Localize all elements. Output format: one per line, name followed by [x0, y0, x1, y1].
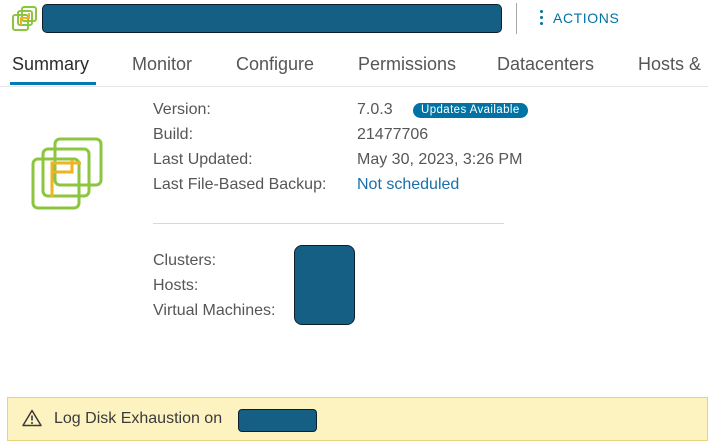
clusters-label: Clusters: [153, 252, 217, 269]
tab-configure[interactable]: Configure [236, 54, 314, 75]
updates-available-badge[interactable]: Updates Available [413, 103, 528, 118]
tab-bar: Summary Monitor Configure Permissions Da… [0, 50, 708, 87]
last-updated-value: May 30, 2023, 3:26 PM [357, 151, 523, 168]
actions-button[interactable]: ACTIONS [540, 9, 619, 27]
redacted-object-name [42, 4, 502, 33]
tab-hosts[interactable]: Hosts & [638, 54, 701, 75]
tab-datacenters[interactable]: Datacenters [497, 54, 594, 75]
backup-link[interactable]: Not scheduled [357, 176, 459, 194]
tab-permissions[interactable]: Permissions [358, 54, 456, 75]
redacted-counts [294, 245, 355, 325]
backup-label: Last File-Based Backup: [153, 176, 327, 193]
hosts-label: Hosts: [153, 277, 199, 294]
header-divider [516, 3, 517, 34]
section-divider [153, 223, 504, 224]
redacted-host-name [238, 409, 317, 432]
kebab-icon [540, 9, 544, 27]
last-updated-label: Last Updated: [153, 151, 253, 168]
tab-monitor[interactable]: Monitor [132, 54, 192, 75]
build-label: Build: [153, 126, 194, 143]
vcenter-icon [12, 6, 37, 31]
object-header: ACTIONS [0, 0, 708, 40]
vsphere-logo-icon [31, 137, 103, 210]
build-value: 21477706 [357, 126, 429, 143]
alert-text: Log Disk Exhaustion on [54, 410, 223, 427]
actions-label: ACTIONS [553, 10, 620, 26]
version-label: Version: [153, 101, 211, 118]
virtual-machines-label: Virtual Machines: [153, 302, 276, 319]
alert-banner[interactable]: Log Disk Exhaustion on [7, 397, 708, 441]
warning-triangle-icon [22, 409, 42, 427]
version-value: 7.0.3 [357, 101, 393, 118]
tab-summary[interactable]: Summary [12, 54, 89, 75]
active-tab-indicator [10, 82, 96, 85]
